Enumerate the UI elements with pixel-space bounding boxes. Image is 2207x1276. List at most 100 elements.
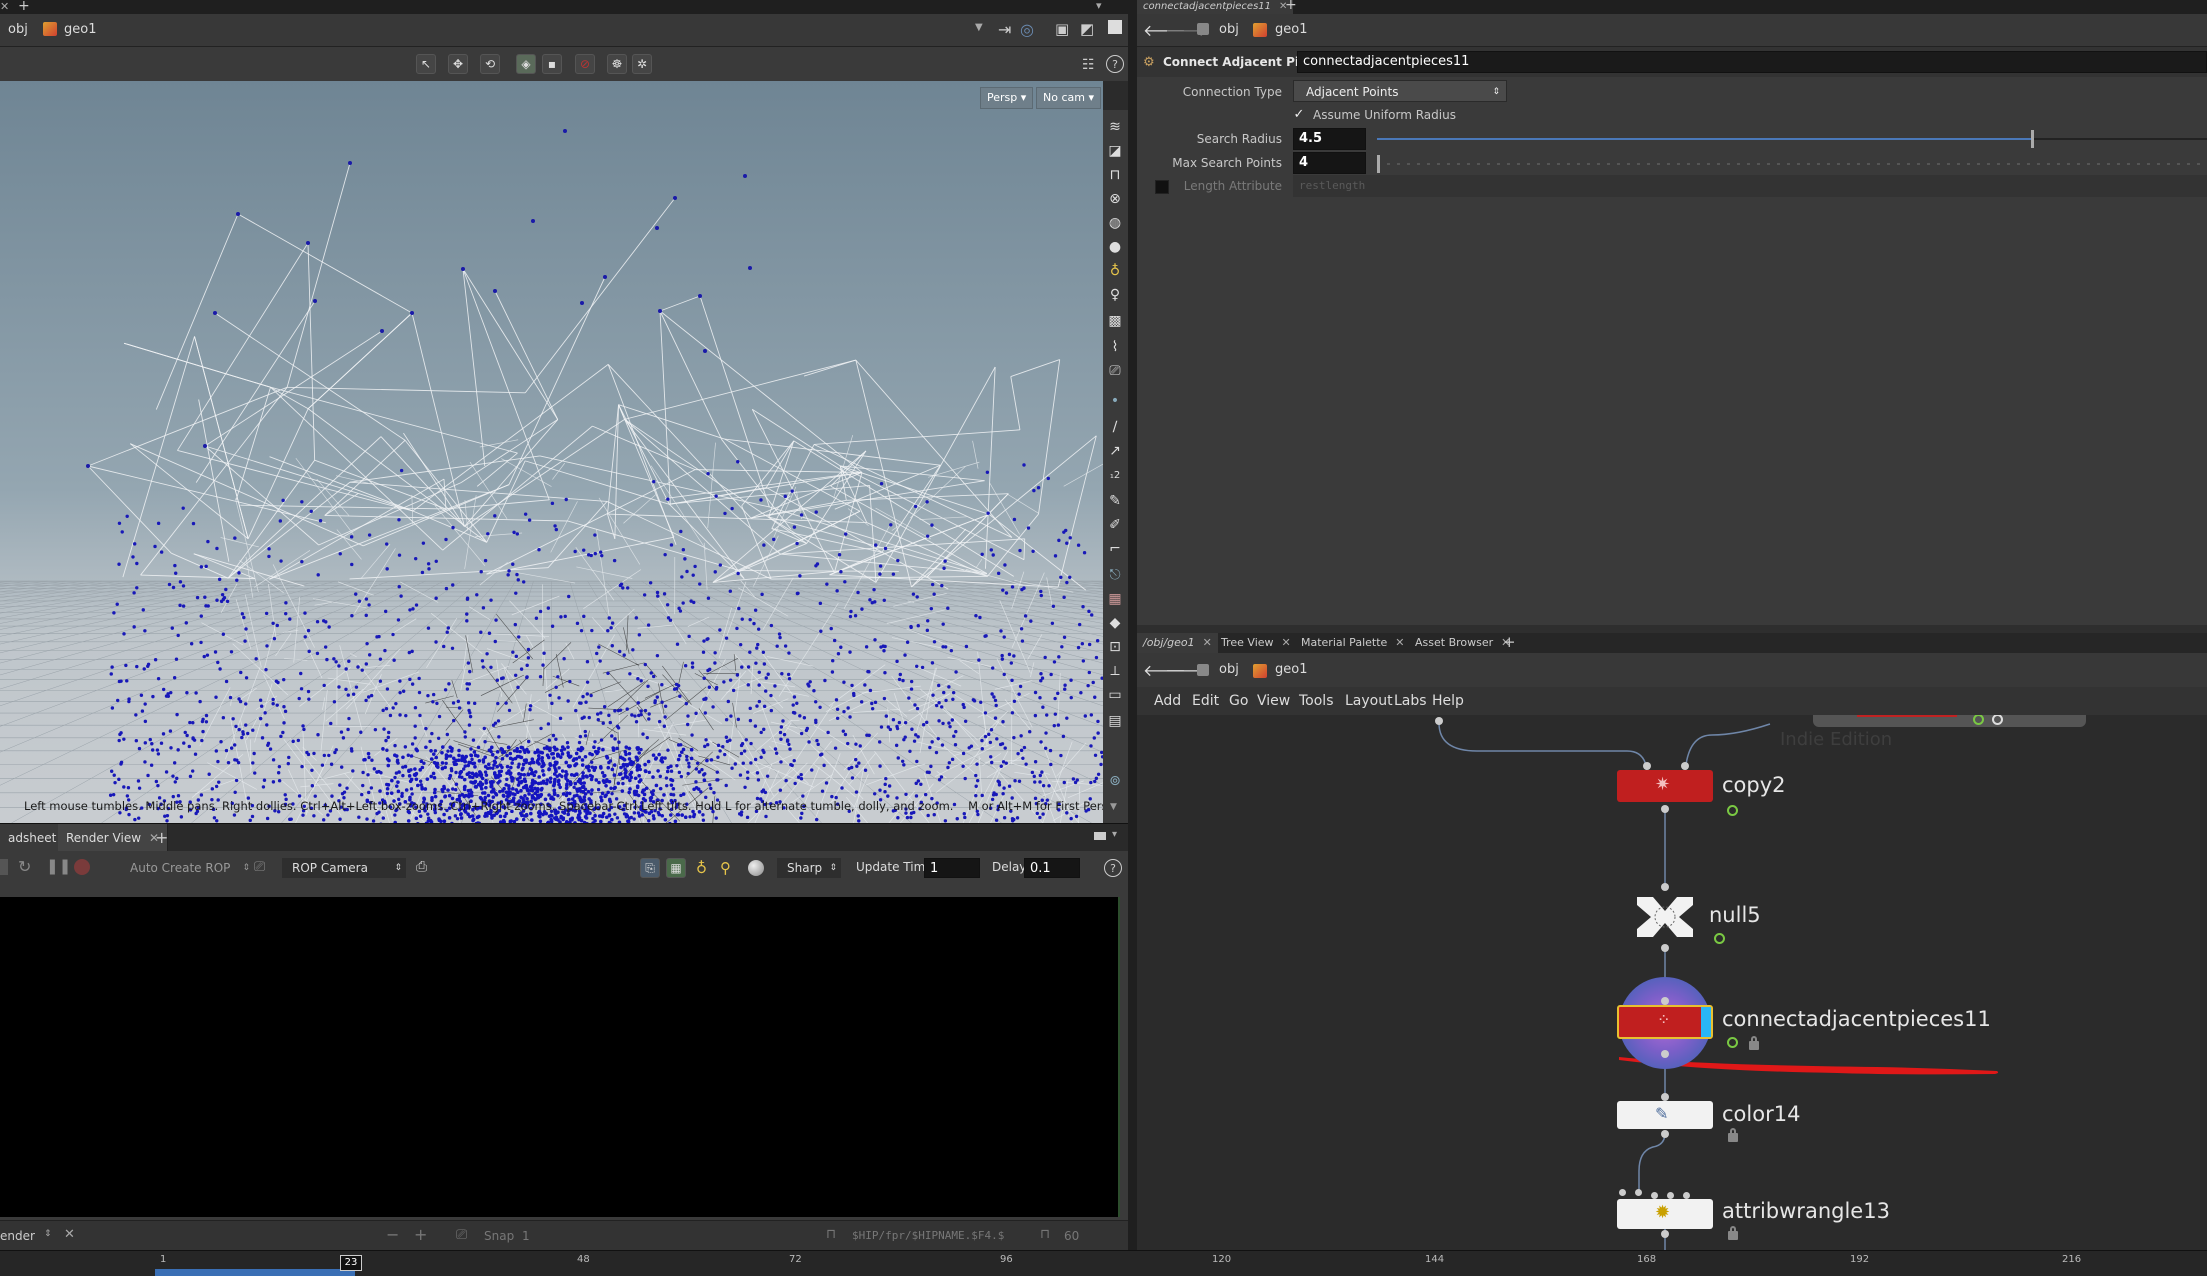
object-icon[interactable]: ▭ bbox=[1104, 684, 1126, 706]
tab-network[interactable]: /obj/geo1✕ bbox=[1137, 633, 1218, 653]
persp-menu[interactable]: Persp ▾ bbox=[980, 87, 1033, 109]
params-splitter[interactable] bbox=[1137, 625, 2207, 633]
help-icon[interactable]: ? bbox=[1106, 55, 1124, 73]
path-root[interactable]: obj bbox=[1219, 662, 1239, 677]
region-icon[interactable]: ⎘ bbox=[640, 858, 660, 878]
point-icon[interactable]: ● bbox=[1104, 236, 1126, 258]
close-tab-icon[interactable]: ✕ bbox=[0, 0, 9, 13]
render-stop-icon[interactable] bbox=[0, 859, 8, 875]
quality-select[interactable]: Sharp ⇕ bbox=[777, 858, 841, 878]
search-radius-slider[interactable] bbox=[1377, 138, 2207, 140]
layout-icon[interactable]: ▣ bbox=[1055, 20, 1069, 38]
rop-select[interactable]: Auto Create ROP ⇕ bbox=[124, 858, 250, 878]
lock-icon[interactable]: ⊓ bbox=[1040, 1227, 1050, 1242]
pause-icon[interactable]: ❚❚ bbox=[46, 857, 71, 875]
help-icon[interactable]: ? bbox=[1104, 859, 1122, 877]
wire-icon[interactable]: ⌇ bbox=[1104, 336, 1126, 358]
tab-params[interactable]: connectadjacentpieces11✕ bbox=[1137, 0, 1293, 14]
menu-add[interactable]: Add bbox=[1154, 687, 1181, 715]
tab-material-palette[interactable]: Material Palette✕ bbox=[1295, 633, 1411, 653]
scroll-down-icon[interactable]: ▼ bbox=[1110, 802, 1117, 812]
camera-icon[interactable]: ⎚ bbox=[1104, 360, 1126, 382]
output-path[interactable]: $HIP/fpr/$HIPNAME.$F4.$ bbox=[852, 1229, 1004, 1242]
node-label-copy2[interactable]: copy2 bbox=[1722, 773, 1786, 797]
menu-help[interactable]: Help bbox=[1432, 687, 1464, 715]
length-attr-field[interactable]: restlength bbox=[1293, 175, 2207, 197]
node-copy2[interactable]: ✷ bbox=[1617, 770, 1713, 802]
node-label-connectadjacentpieces11[interactable]: connectadjacentpieces11 bbox=[1722, 1007, 1991, 1031]
render-view-canvas[interactable] bbox=[0, 885, 1128, 1220]
network-canvas[interactable]: Indie Edition ✷ copy2 null5 ⁘ connectadj… bbox=[1137, 715, 2207, 1260]
cancel-render-icon[interactable] bbox=[74, 859, 90, 875]
camera-pick-icon[interactable]: ⎚ bbox=[254, 859, 265, 875]
maximize-icon[interactable] bbox=[1108, 20, 1122, 34]
sculpt-icon[interactable]: ⎋ bbox=[1104, 564, 1126, 586]
camera-export-icon[interactable]: ⎙ bbox=[416, 859, 427, 875]
node-label-color14[interactable]: color14 bbox=[1722, 1102, 1800, 1126]
close-icon[interactable]: ✕ bbox=[64, 1227, 75, 1242]
max-points-slider[interactable] bbox=[1377, 163, 2207, 165]
view-icon[interactable]: ▪ bbox=[542, 54, 562, 74]
node-null5[interactable] bbox=[1631, 891, 1699, 943]
current-frame-marker[interactable]: 23 bbox=[340, 1255, 362, 1271]
viewport-layout-icon[interactable]: ◩ bbox=[1080, 20, 1094, 38]
zoom-icon[interactable]: ⚲ bbox=[720, 859, 731, 877]
light-bulb-icon[interactable]: ♀ bbox=[1104, 284, 1126, 306]
menu-edit[interactable]: Edit bbox=[1192, 687, 1219, 715]
brush-icon[interactable]: ✎ bbox=[1104, 490, 1126, 512]
menu-view[interactable]: View bbox=[1257, 687, 1290, 715]
snapshot-camera-icon[interactable]: ⎚ bbox=[456, 1227, 467, 1243]
node-attribwrangle13[interactable]: ✹ bbox=[1617, 1199, 1713, 1229]
add-tab-icon[interactable]: + bbox=[18, 0, 30, 14]
add-tab-icon[interactable]: + bbox=[1503, 633, 1516, 651]
vector-icon[interactable]: ↗ bbox=[1104, 440, 1126, 462]
menu-labs[interactable]: Labs bbox=[1394, 687, 1427, 715]
search-radius-slider-handle[interactable] bbox=[2031, 130, 2034, 148]
max-points-field[interactable]: 4 bbox=[1293, 152, 1366, 174]
node-label-null5[interactable]: null5 bbox=[1709, 903, 1761, 927]
path-root[interactable]: obj bbox=[1219, 22, 1239, 37]
normals-icon[interactable]: ∕ bbox=[1104, 416, 1126, 438]
tab-tree-view[interactable]: Tree View✕ bbox=[1215, 633, 1297, 653]
menu-tools[interactable]: Tools bbox=[1299, 687, 1334, 715]
path-current[interactable]: geo1 bbox=[64, 22, 96, 37]
search-radius-field[interactable]: 4.5 bbox=[1293, 128, 1366, 150]
update-time-field[interactable]: 1 bbox=[924, 858, 980, 878]
connection-type-select[interactable]: Adjacent Points ⇕ bbox=[1293, 80, 1507, 102]
pin-viewport-icon[interactable]: ⊚ bbox=[1104, 770, 1126, 792]
camera-menu[interactable]: No cam ▾ bbox=[1036, 87, 1101, 109]
zoom-in-icon[interactable]: + bbox=[414, 1225, 427, 1244]
numbers-icon[interactable]: ₁2 bbox=[1104, 464, 1126, 486]
background-icon[interactable]: ▤ bbox=[1104, 710, 1126, 732]
light-icon[interactable]: ♁ bbox=[1104, 260, 1126, 282]
rotate-icon[interactable]: ⟲ bbox=[480, 54, 500, 74]
menu-layout[interactable]: Layout bbox=[1345, 687, 1393, 715]
close-tab-icon[interactable]: ✕ bbox=[1395, 636, 1404, 649]
close-tab-icon[interactable]: ✕ bbox=[1282, 636, 1291, 649]
pane-menu-icon[interactable]: ▾ bbox=[1112, 829, 1117, 840]
add-tab-icon[interactable]: + bbox=[155, 828, 168, 847]
path-current[interactable]: geo1 bbox=[1275, 662, 1307, 677]
node-color14[interactable]: ✎ bbox=[1617, 1101, 1713, 1129]
node-name-field[interactable]: connectadjacentpieces11 bbox=[1297, 51, 2207, 73]
texture-icon[interactable]: ▩ bbox=[1104, 310, 1126, 332]
preview-icon[interactable]: ▦ bbox=[666, 858, 686, 878]
menu-go[interactable]: Go bbox=[1229, 687, 1248, 715]
checker-icon[interactable]: ▦ bbox=[1104, 588, 1126, 610]
handle-icon[interactable]: ◈ bbox=[516, 54, 536, 74]
pin-icon[interactable]: ⇥ bbox=[998, 20, 1011, 39]
pane-divider[interactable] bbox=[1128, 0, 1137, 1275]
uv-icon[interactable]: ◆ bbox=[1104, 612, 1126, 634]
tab-render-view[interactable]: Render View✕ bbox=[58, 824, 168, 852]
point-display-icon[interactable]: • bbox=[1104, 390, 1126, 412]
lock-icon[interactable]: ⊓ bbox=[826, 1227, 836, 1242]
delay-field[interactable]: 0.1 bbox=[1024, 858, 1080, 878]
select-icon[interactable]: ↖ bbox=[416, 54, 436, 74]
max-points-slider-handle[interactable] bbox=[1377, 155, 1380, 173]
link-icon[interactable]: ◎ bbox=[1020, 20, 1034, 39]
assume-uniform-checkbox[interactable]: ✓ bbox=[1292, 107, 1306, 121]
display-icon[interactable]: ≋ bbox=[1104, 116, 1126, 138]
refresh-icon[interactable]: ↻ bbox=[18, 857, 31, 876]
record-icon[interactable]: ⊘ bbox=[575, 54, 595, 74]
path-root[interactable]: obj bbox=[8, 22, 28, 37]
